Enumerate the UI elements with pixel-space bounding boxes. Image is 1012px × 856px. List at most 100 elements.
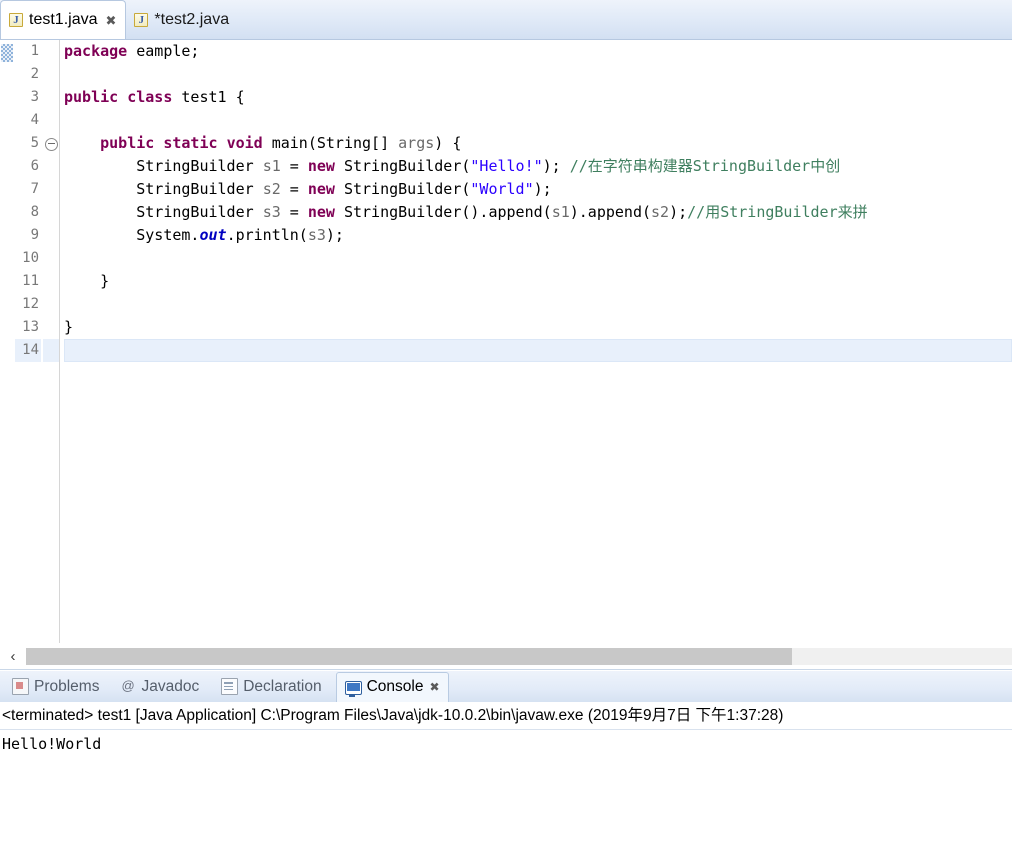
code-token-str: "World"	[470, 180, 534, 198]
code-token-loc: s3	[307, 226, 326, 244]
code-token-kw: new	[307, 157, 335, 175]
java-file-icon	[9, 13, 23, 27]
code-token-plain: .println(	[226, 226, 308, 244]
tab-problems[interactable]: Problems	[4, 673, 113, 701]
code-line[interactable]	[64, 63, 1012, 86]
editor-tab-test2[interactable]: *test2.java	[126, 1, 245, 39]
fold-slot	[43, 339, 59, 362]
fold-slot	[43, 316, 59, 339]
code-line[interactable]: public static void main(String[] args) {	[64, 132, 1012, 155]
console-output[interactable]: Hello!World	[0, 730, 1012, 840]
scroll-left-arrow-icon[interactable]: ‹	[0, 644, 26, 669]
code-token-kw: static	[163, 134, 218, 152]
code-token-loc: s2	[262, 180, 281, 198]
code-token-plain: test1 {	[172, 88, 245, 106]
code-token-kw: public	[64, 88, 119, 106]
tab-label: Declaration	[243, 677, 322, 695]
code-line[interactable]: StringBuilder s1 = new StringBuilder("He…	[64, 155, 1012, 178]
editor-tab-bar: test1.java ✖ *test2.java	[0, 0, 1012, 40]
close-icon[interactable]: ✖	[105, 14, 116, 27]
scrollbar-track[interactable]	[26, 648, 1012, 665]
line-number: 1	[30, 43, 39, 59]
code-token-kw: new	[307, 203, 335, 221]
code-text-area[interactable]: package eample; public class test1 { pub…	[60, 40, 1012, 643]
editor-horizontal-scrollbar[interactable]: ‹	[0, 643, 1012, 669]
tab-label: Problems	[34, 677, 100, 695]
code-token-plain: StringBuilder	[64, 180, 263, 198]
fold-slot	[43, 40, 59, 63]
code-token-loc: s2	[651, 203, 670, 221]
tab-console[interactable]: Console ✖	[335, 671, 449, 702]
code-token-plain: System.	[64, 226, 200, 244]
console-icon	[344, 680, 362, 697]
fold-slot	[43, 155, 59, 178]
code-token-cmt: //在字符串构建器StringBuilder中创	[569, 157, 841, 175]
close-icon[interactable]: ✖	[429, 680, 439, 694]
editor-tab-test1[interactable]: test1.java ✖	[0, 0, 127, 39]
code-token-plain: ) {	[434, 134, 462, 152]
console-output-line: Hello!World	[2, 735, 102, 753]
code-token-fld: out	[199, 226, 227, 244]
code-token-cmt: //用StringBuilder来拼	[687, 203, 868, 221]
code-line[interactable]: System.out.println(s3);	[64, 224, 1012, 247]
code-folding-column[interactable]	[43, 40, 59, 643]
code-line[interactable]: package eample;	[64, 40, 1012, 63]
line-number: 10	[22, 250, 39, 266]
fold-collapse-icon[interactable]	[44, 137, 58, 151]
problems-icon	[12, 678, 29, 695]
code-token-plain: StringBuilder	[64, 203, 263, 221]
code-line[interactable]	[64, 247, 1012, 270]
fold-slot	[43, 293, 59, 316]
code-token-plain: StringBuilder(	[334, 180, 471, 198]
bottom-view-tab-bar: Problems Javadoc Declaration Console ✖	[0, 670, 1012, 702]
code-token-kw: void	[226, 134, 263, 152]
tab-declaration[interactable]: Declaration	[213, 673, 335, 701]
code-line[interactable]: StringBuilder s3 = new StringBuilder().a…	[64, 201, 1012, 224]
line-number: 3	[30, 89, 39, 105]
editor-vertical-ruler[interactable]	[0, 40, 15, 643]
code-line[interactable]: StringBuilder s2 = new StringBuilder("Wo…	[64, 178, 1012, 201]
code-line[interactable]: }	[64, 270, 1012, 293]
fold-slot	[43, 86, 59, 109]
fold-slot	[43, 63, 59, 86]
code-token-plain: }	[64, 318, 74, 336]
code-token-loc: s3	[262, 203, 281, 221]
line-number: 12	[22, 296, 39, 312]
code-line[interactable]	[64, 109, 1012, 132]
code-token-plain: );	[325, 226, 344, 244]
javadoc-icon	[121, 677, 136, 694]
editor-tab-label: test1.java	[29, 11, 98, 28]
line-number: 11	[22, 273, 39, 289]
fold-slot	[43, 247, 59, 270]
tab-javadoc[interactable]: Javadoc	[113, 673, 213, 701]
code-line[interactable]	[64, 339, 1012, 362]
line-number: 7	[30, 181, 39, 197]
code-token-str: "Hello!"	[470, 157, 543, 175]
code-token-plain: StringBuilder(	[334, 157, 471, 175]
declaration-icon	[221, 678, 239, 695]
fold-slot	[43, 224, 59, 247]
code-line[interactable]: }	[64, 316, 1012, 339]
line-number: 8	[30, 204, 39, 220]
line-number: 9	[30, 227, 39, 243]
code-token-plain: );	[669, 203, 688, 221]
line-number: 2	[30, 66, 39, 82]
fold-collapse-icon[interactable]	[43, 132, 59, 155]
code-line[interactable]	[64, 293, 1012, 316]
tab-label: Javadoc	[141, 677, 200, 695]
code-line[interactable]: public class test1 {	[64, 86, 1012, 109]
code-token-kw: public	[100, 134, 155, 152]
code-token-loc: args	[398, 134, 435, 152]
line-number-gutter: 1 2 3 4 5 6 7 8 9 10 11 12 13 14	[15, 40, 43, 643]
scrollbar-thumb[interactable]	[26, 648, 792, 665]
code-token-plain: StringBuilder().append(	[334, 203, 552, 221]
code-token-plain: =	[280, 203, 308, 221]
editor-tab-label: *test2.java	[154, 11, 230, 28]
code-editor[interactable]: 1 2 3 4 5 6 7 8 9 10 11 12 13 14 package eample; publ…	[0, 40, 1012, 643]
line-number: 13	[22, 319, 39, 335]
line-number: 5	[30, 135, 39, 151]
